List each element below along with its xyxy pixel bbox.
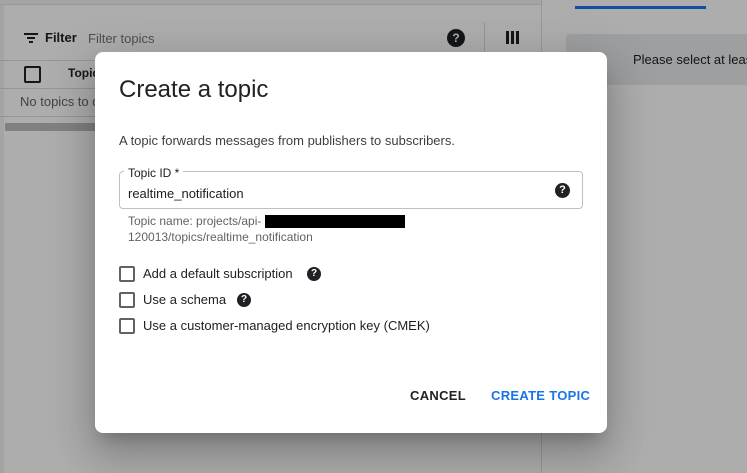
option-use-schema[interactable]: Use a schema — [119, 292, 226, 308]
use-schema-help-icon[interactable]: ? — [237, 293, 251, 307]
use-schema-checkbox[interactable] — [119, 292, 135, 308]
topic-name-hint-path: 120013/topics/realtime_notification — [128, 230, 313, 244]
topic-id-help-icon[interactable]: ? — [555, 183, 570, 198]
create-topic-button[interactable]: CREATE TOPIC — [491, 388, 590, 403]
topic-name-hint: Topic name: projects/api- — [128, 214, 262, 228]
create-topic-dialog: Create a topic A topic forwards messages… — [95, 52, 607, 433]
dialog-description: A topic forwards messages from publisher… — [119, 133, 455, 148]
option-default-subscription[interactable]: Add a default subscription — [119, 266, 293, 282]
option-cmek[interactable]: Use a customer-managed encryption key (C… — [119, 318, 430, 334]
cancel-button[interactable]: CANCEL — [410, 388, 466, 403]
default-subscription-help-icon[interactable]: ? — [307, 267, 321, 281]
topic-id-input[interactable] — [128, 184, 538, 202]
redacted-project-id — [265, 215, 405, 228]
default-subscription-checkbox[interactable] — [119, 266, 135, 282]
topic-id-label: Topic ID * — [124, 166, 184, 180]
dialog-title: Create a topic — [119, 76, 269, 103]
default-subscription-label[interactable]: Add a default subscription — [143, 266, 293, 282]
cmek-label[interactable]: Use a customer-managed encryption key (C… — [143, 318, 430, 334]
use-schema-label[interactable]: Use a schema — [143, 292, 226, 308]
cmek-checkbox[interactable] — [119, 318, 135, 334]
